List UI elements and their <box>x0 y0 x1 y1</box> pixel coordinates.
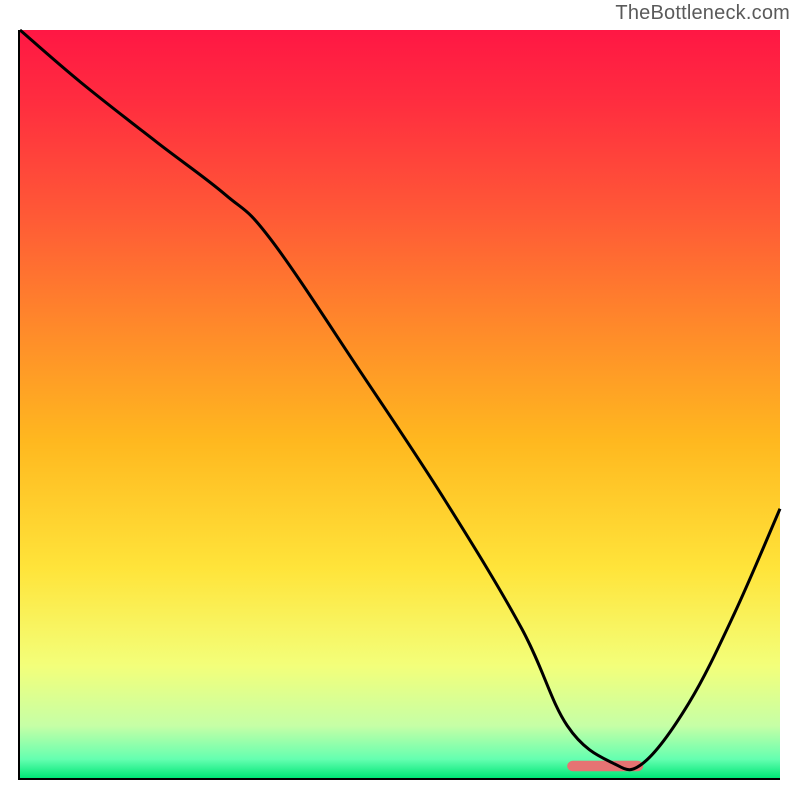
bottleneck-chart <box>0 0 800 800</box>
plot-background <box>20 30 780 778</box>
chart-stage: TheBottleneck.com <box>0 0 800 800</box>
axis-bottom <box>18 778 780 780</box>
axis-left <box>18 30 20 780</box>
watermark-text: TheBottleneck.com <box>615 2 790 25</box>
